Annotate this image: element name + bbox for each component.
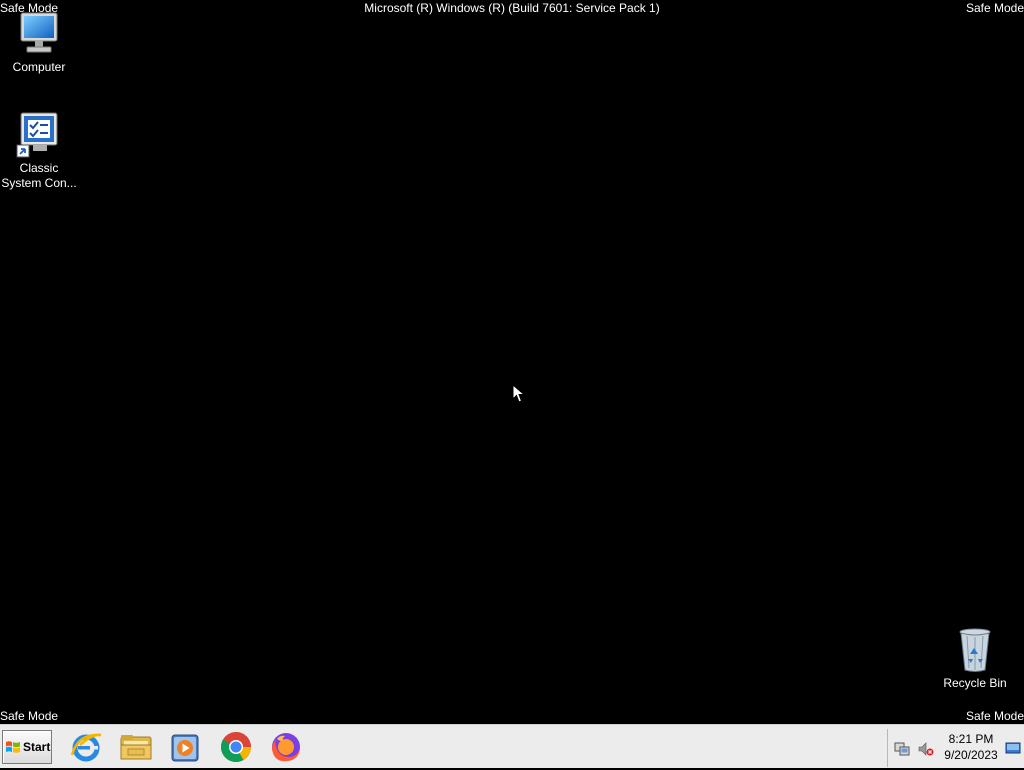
- volume-muted-icon[interactable]: [918, 741, 934, 757]
- taskbar-app-media-player[interactable]: [167, 729, 203, 765]
- chrome-icon: [218, 732, 254, 769]
- mouse-cursor-icon: [512, 383, 526, 404]
- notification-area: 8:21 PM 9/20/2023: [887, 729, 1024, 767]
- folder-icon: [118, 735, 154, 769]
- taskbar: Start 8:21 PM 9/20/2023: [0, 724, 1024, 768]
- clock-date: 9/20/2023: [944, 748, 998, 762]
- start-button[interactable]: Start: [2, 730, 52, 764]
- desktop-icon-label-line2: System Con...: [1, 176, 77, 190]
- control-panel-shortcut-icon: [15, 111, 63, 159]
- start-label: Start: [23, 740, 51, 754]
- taskbar-app-internet-explorer[interactable]: [68, 729, 104, 765]
- taskbar-app-firefox[interactable]: [268, 729, 304, 765]
- desktop-icon-label-line1: Classic: [19, 161, 59, 175]
- windows-build-string: Microsoft (R) Windows (R) (Build 7601: S…: [364, 1, 660, 15]
- desktop[interactable]: Safe Mode Microsoft (R) Windows (R) (Bui…: [0, 0, 1024, 724]
- windows-logo-icon: [5, 739, 21, 755]
- firefox-icon: [268, 733, 304, 769]
- safe-mode-label-top-right: Safe Mode: [965, 1, 1024, 15]
- taskbar-app-windows-explorer[interactable]: [118, 729, 154, 765]
- internet-explorer-icon: [68, 733, 104, 769]
- desktop-icon-recycle-bin[interactable]: Recycle Bin: [936, 626, 1014, 691]
- safe-mode-label-bottom-left: Safe Mode: [0, 709, 59, 723]
- desktop-icon-classic-system-control[interactable]: Classic System Con...: [0, 111, 78, 191]
- desktop-icon-label: Computer: [12, 60, 66, 74]
- taskbar-clock[interactable]: 8:21 PM 9/20/2023: [936, 731, 1006, 763]
- desktop-icon-label: Recycle Bin: [943, 676, 1007, 690]
- network-icon[interactable]: [894, 741, 910, 757]
- clock-time: 8:21 PM: [948, 732, 994, 746]
- recycle-bin-icon: [951, 626, 999, 674]
- safe-mode-label-bottom-right: Safe Mode: [965, 709, 1024, 723]
- taskbar-app-google-chrome[interactable]: [218, 729, 254, 765]
- show-desktop-icon[interactable]: [1005, 740, 1021, 756]
- desktop-icon-computer[interactable]: Computer: [0, 10, 78, 75]
- computer-icon: [15, 10, 63, 58]
- media-player-icon: [167, 734, 203, 769]
